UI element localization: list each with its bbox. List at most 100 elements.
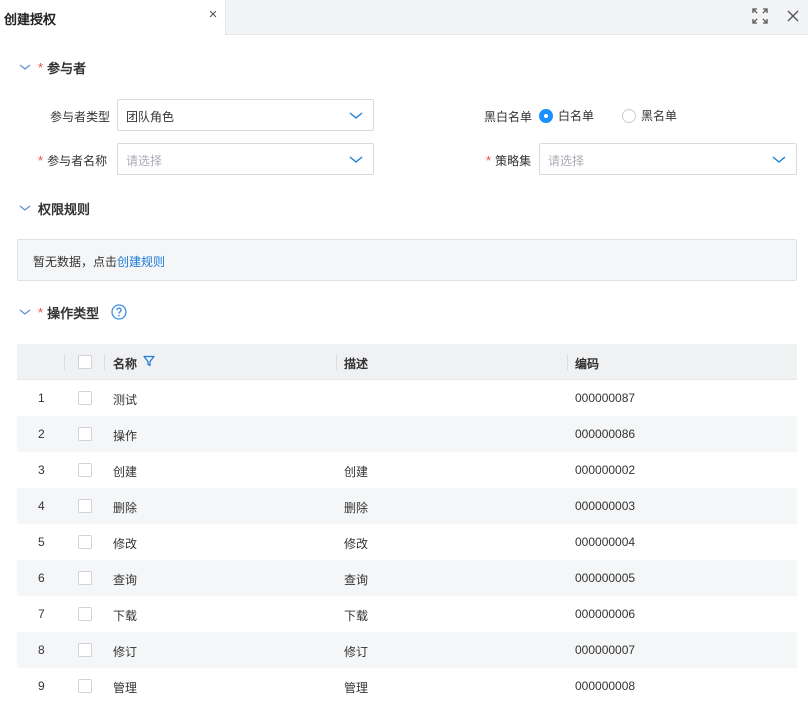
table-row[interactable]: 4 删除 删除 000000003	[17, 488, 797, 524]
row-checkbox[interactable]	[78, 643, 92, 657]
row-checkbox[interactable]	[78, 391, 92, 405]
cell-name: 修订	[113, 645, 138, 659]
table-row[interactable]: 8 修订 修订 000000007	[17, 632, 797, 668]
create-rule-link[interactable]: 创建规则	[117, 255, 165, 269]
empty-text: 暂无数据，点击创建规则	[33, 255, 166, 269]
tab-bar: 创建授权 ×	[0, 0, 808, 35]
chevron-down-icon	[349, 156, 363, 163]
row-checkbox[interactable]	[78, 427, 92, 441]
header-desc: 描述	[344, 357, 369, 371]
cell-code: 000000006	[575, 607, 636, 621]
chevron-down-icon	[19, 309, 31, 315]
section-title: 参与者	[47, 60, 87, 76]
row-index: 8	[38, 643, 45, 657]
participant-type-select[interactable]: 团队角色	[117, 99, 374, 131]
header-code: 编码	[575, 357, 600, 371]
cell-code: 000000087	[575, 391, 636, 405]
radio-unchecked-icon	[622, 108, 636, 123]
required-mark: *	[38, 304, 44, 320]
chevron-down-icon	[19, 205, 31, 211]
section-operations-header[interactable]: * 操作类型	[18, 303, 99, 321]
row-checkbox[interactable]	[78, 463, 92, 477]
chevron-down-icon	[349, 112, 363, 119]
table-row[interactable]: 5 修改 修改 000000004	[17, 524, 797, 560]
cell-desc: 创建	[344, 465, 369, 479]
column-divider	[336, 354, 337, 370]
cell-desc: 删除	[344, 501, 369, 515]
row-index: 3	[38, 463, 45, 477]
blacklist-radio[interactable]: 黑名单	[622, 107, 677, 124]
section-title: 操作类型	[47, 305, 100, 321]
row-checkbox[interactable]	[78, 679, 92, 693]
policy-set-placeholder: 请选择	[548, 154, 585, 168]
help-circle-icon[interactable]	[111, 304, 127, 320]
cell-desc: 修订	[344, 645, 369, 659]
cell-code: 000000008	[575, 679, 636, 693]
table-row[interactable]: 9 管理 管理 000000008	[17, 668, 797, 704]
cell-name: 修改	[113, 537, 138, 551]
list-type-label: 黑白名单	[484, 110, 533, 124]
window-close-icon[interactable]	[784, 7, 802, 25]
row-checkbox[interactable]	[78, 499, 92, 513]
column-divider	[64, 354, 65, 370]
table-row[interactable]: 6 查询 查询 000000005	[17, 560, 797, 596]
column-divider	[567, 354, 568, 370]
table-row[interactable]: 7 下载 下载 000000006	[17, 596, 797, 632]
cell-code: 000000005	[575, 571, 636, 585]
table-row[interactable]: 2 操作 000000086	[17, 416, 797, 452]
whitelist-radio[interactable]: 白名单	[539, 107, 594, 124]
participant-type-label: 参与者类型	[50, 110, 111, 124]
row-index: 7	[38, 607, 45, 621]
cell-desc: 管理	[344, 681, 369, 695]
tab-title: 创建授权	[4, 12, 57, 27]
table-header: 名称 描述 编码	[17, 344, 797, 380]
row-index: 4	[38, 499, 45, 513]
cell-code: 000000002	[575, 463, 636, 477]
cell-name: 测试	[113, 393, 138, 407]
row-index: 5	[38, 535, 45, 549]
cell-desc: 查询	[344, 573, 369, 587]
cell-name: 删除	[113, 501, 138, 515]
cell-code: 000000003	[575, 499, 636, 513]
row-index: 6	[38, 571, 45, 585]
section-rules-header[interactable]: 权限规则	[18, 199, 90, 217]
participant-type-value: 团队角色	[126, 110, 175, 124]
radio-checked-icon	[539, 108, 553, 123]
cell-code: 000000007	[575, 643, 636, 657]
filter-icon[interactable]	[143, 355, 155, 367]
required-mark: *	[38, 59, 44, 75]
chevron-down-icon	[19, 64, 31, 70]
column-divider	[104, 354, 105, 370]
cell-code: 000000004	[575, 535, 636, 549]
cell-code: 000000086	[575, 427, 636, 441]
rules-empty-state: 暂无数据，点击创建规则	[17, 239, 797, 281]
cell-name: 下载	[113, 609, 138, 623]
header-name: 名称	[113, 357, 138, 371]
participant-name-select[interactable]: 请选择	[117, 143, 374, 175]
row-checkbox[interactable]	[78, 607, 92, 621]
cell-name: 查询	[113, 573, 138, 587]
table-row[interactable]: 3 创建 创建 000000002	[17, 452, 797, 488]
row-index: 9	[38, 679, 45, 693]
tab-create-authorization[interactable]: 创建授权 ×	[0, 0, 226, 35]
row-checkbox[interactable]	[78, 571, 92, 585]
cell-name: 创建	[113, 465, 138, 479]
table-row[interactable]: 1 测试 000000087	[17, 380, 797, 416]
blacklist-label: 黑名单	[641, 109, 678, 123]
fullscreen-icon[interactable]	[751, 7, 769, 25]
tab-close-icon[interactable]: ×	[206, 7, 220, 22]
cell-name: 操作	[113, 429, 138, 443]
cell-desc: 修改	[344, 537, 369, 551]
section-participants-header[interactable]: * 参与者	[18, 58, 86, 76]
policy-set-select[interactable]: 请选择	[539, 143, 797, 175]
operations-table: 名称 描述 编码 1 测试 000000087 2 操作 000000086 3 创建 创建 00…	[17, 344, 797, 704]
participant-name-placeholder: 请选择	[126, 154, 163, 168]
section-title: 权限规则	[38, 201, 91, 217]
participant-name-label: * 参与者名称	[38, 153, 108, 168]
table-body: 1 测试 000000087 2 操作 000000086 3 创建 创建 000000002 4 删…	[17, 380, 797, 704]
row-index: 1	[38, 391, 45, 405]
select-all-checkbox[interactable]	[78, 355, 92, 369]
cell-desc: 下载	[344, 609, 369, 623]
row-checkbox[interactable]	[78, 535, 92, 549]
policy-set-label: * 策略集	[486, 153, 532, 168]
